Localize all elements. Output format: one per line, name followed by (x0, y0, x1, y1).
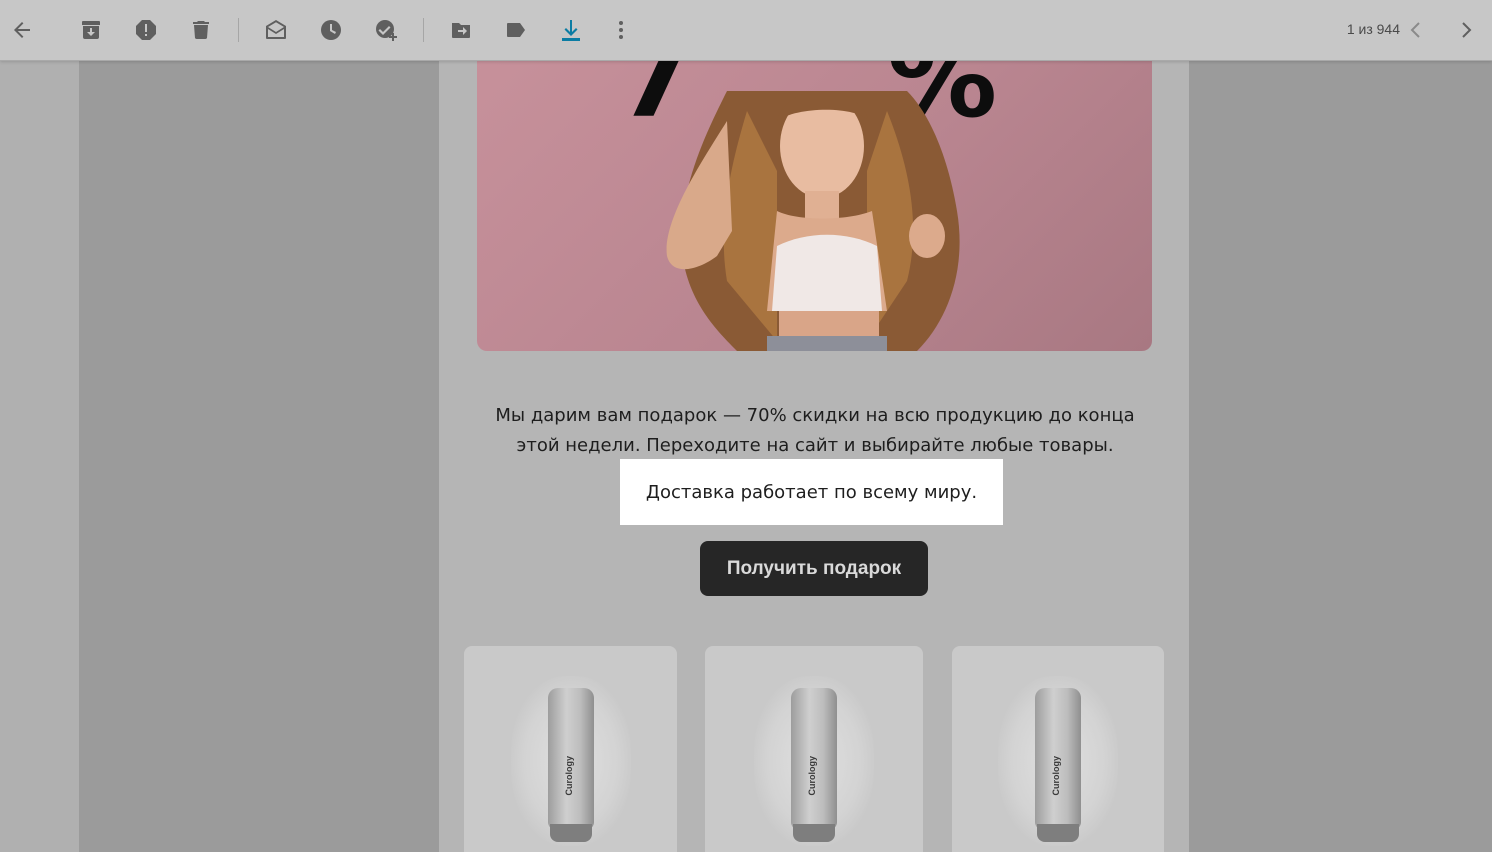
product-brand: Curology (563, 756, 574, 796)
delete-button[interactable] (185, 14, 217, 46)
snooze-icon (321, 20, 341, 40)
product-card[interactable]: Curology (952, 646, 1164, 852)
hero-image: 7 % (477, 61, 1152, 351)
product-brand: Curology (1051, 756, 1061, 796)
delivery-notice-text: Доставка работает по всему миру. (645, 481, 978, 503)
archive-icon (82, 21, 100, 39)
product-card[interactable]: Curology (705, 646, 923, 852)
newer-button[interactable] (1400, 14, 1432, 46)
toolbar-divider (238, 18, 239, 42)
product-card[interactable]: Curology (464, 646, 677, 852)
add-task-button[interactable] (370, 14, 402, 46)
toolbar-divider (423, 18, 424, 42)
chevron-right-icon (1462, 22, 1472, 38)
toolbar: 1 из 944 (0, 0, 1492, 61)
report-spam-button[interactable] (130, 14, 162, 46)
back-arrow-icon (14, 22, 30, 38)
download-button[interactable] (555, 14, 587, 46)
snooze-button[interactable] (315, 14, 347, 46)
mark-unread-button[interactable] (260, 14, 292, 46)
model-photo (666, 91, 960, 351)
email-background-right (1189, 61, 1492, 852)
report-spam-icon (136, 20, 156, 40)
mark-unread-icon (266, 20, 286, 39)
page-margin (0, 61, 79, 852)
email-background-left (79, 61, 439, 852)
get-gift-button[interactable]: Получить подарок (700, 541, 928, 596)
label-icon (507, 23, 525, 37)
more-vert-icon (619, 21, 623, 39)
archive-button[interactable] (75, 14, 107, 46)
more-options-button[interactable] (605, 14, 637, 46)
delete-icon (193, 21, 209, 40)
pager-count: 1 из 944 (1346, 21, 1400, 37)
product-brand: Curology (807, 756, 817, 796)
email-body: 7 % Мы дарим вам подарок — 70% скидки на (439, 61, 1189, 852)
back-button[interactable] (6, 14, 38, 46)
label-button[interactable] (500, 14, 532, 46)
move-to-icon (452, 23, 470, 38)
product-cap (793, 824, 835, 842)
older-button[interactable] (1450, 14, 1482, 46)
add-task-icon (376, 20, 397, 41)
move-to-button[interactable] (445, 14, 477, 46)
chevron-left-icon (1410, 22, 1420, 38)
email-body-text: Мы дарим вам подарок — 70% скидки на всю… (495, 405, 1135, 456)
delivery-notice: Доставка работает по всему миру. (620, 459, 1003, 525)
product-cap (549, 824, 592, 842)
download-icon (562, 20, 580, 41)
product-cap (1037, 824, 1079, 842)
